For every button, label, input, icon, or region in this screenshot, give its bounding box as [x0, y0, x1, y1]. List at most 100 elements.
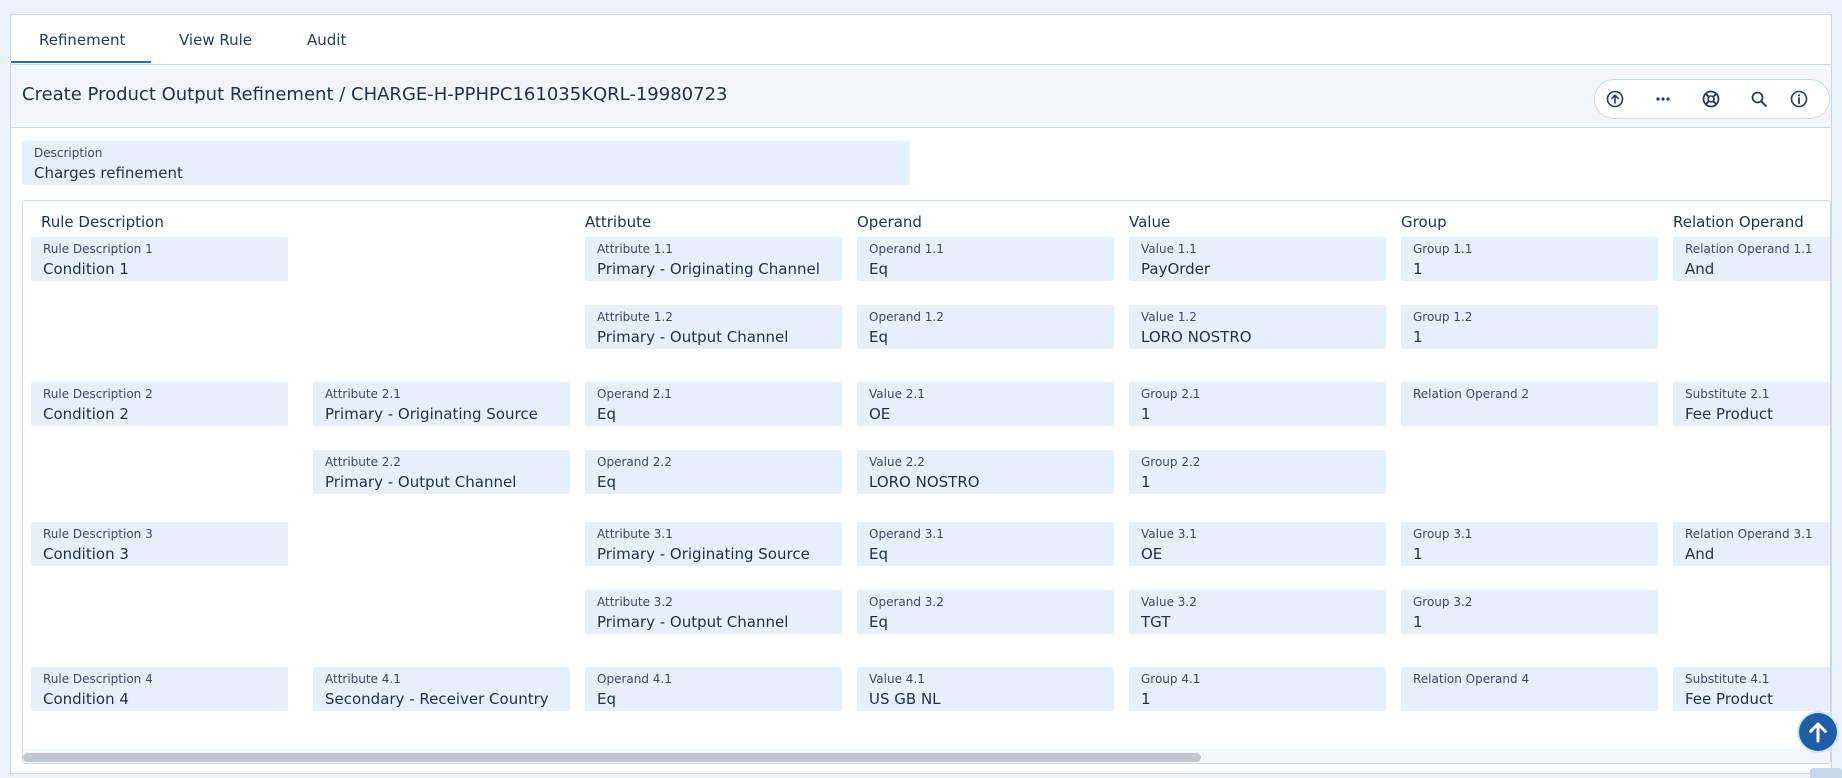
field-label: Substitute 2.1 [1685, 387, 1770, 401]
attribute-field[interactable]: Attribute 2.1 Primary - Originating Sourc… [313, 382, 570, 426]
field-value: TGT [1141, 613, 1171, 631]
group-field[interactable]: Group 3.2 1 [1401, 590, 1658, 634]
field-label: Relation Operand 2 [1413, 387, 1530, 401]
column-header-value: Value [1129, 213, 1171, 231]
field-value: Eq [869, 545, 888, 563]
operand-field[interactable]: Operand 3.1 Eq [857, 522, 1114, 566]
value-field[interactable]: Value 3.2 TGT [1129, 590, 1386, 634]
field-value: 1 [1141, 690, 1151, 708]
substitute-field[interactable]: Substitute 4.1 Fee Product [1673, 667, 1830, 711]
rule-description-field[interactable]: Rule Description 3 Condition 3 [31, 522, 288, 566]
field-value: Condition 1 [43, 260, 129, 278]
description-field[interactable]: Description Charges refinement [22, 141, 910, 185]
attribute-field[interactable]: Attribute 1.2 Primary - Output Channel [585, 305, 842, 349]
field-value: 1 [1141, 405, 1151, 423]
relation-operand-field[interactable]: Relation Operand 1.1 And [1673, 237, 1830, 281]
search-icon[interactable] [1749, 89, 1769, 109]
rule-description-field[interactable]: Rule Description 4 Condition 4 [31, 667, 288, 711]
field-label: Group 1.1 [1413, 242, 1473, 256]
tab-audit[interactable]: Audit [307, 31, 346, 49]
field-label: Group 3.1 [1413, 527, 1473, 541]
field-value: Fee Product [1685, 405, 1773, 423]
group-field[interactable]: Group 1.1 1 [1401, 237, 1658, 281]
rules-grid: Rule Description Attribute Operand Value… [22, 200, 1831, 764]
group-field[interactable]: Group 3.1 1 [1401, 522, 1658, 566]
value-field[interactable]: Value 1.1 PayOrder [1129, 237, 1386, 281]
field-label: Rule Description 4 [43, 672, 153, 686]
value-field[interactable]: Value 2.1 OE [857, 382, 1114, 426]
operand-field[interactable]: Operand 4.1 Eq [585, 667, 842, 711]
field-label: Group 1.2 [1413, 310, 1473, 324]
field-label: Relation Operand 4 [1413, 672, 1530, 686]
field-label: Group 3.2 [1413, 595, 1473, 609]
group-field[interactable]: Group 2.1 1 [1129, 382, 1386, 426]
help-lifebuoy-icon[interactable] [1701, 89, 1721, 109]
attribute-field[interactable]: Attribute 1.1 Primary - Originating Chann… [585, 237, 842, 281]
field-label: Attribute 4.1 [325, 672, 401, 686]
relation-operand-field[interactable]: Relation Operand 2 [1401, 382, 1658, 426]
field-value: Primary - Originating Channel [597, 260, 820, 278]
field-label: Value 1.2 [1141, 310, 1197, 324]
attribute-field[interactable]: Attribute 3.1 Primary - Originating Sourc… [585, 522, 842, 566]
operand-field[interactable]: Operand 2.1 Eq [585, 382, 842, 426]
arrow-up-icon [1809, 722, 1827, 743]
field-value: Eq [597, 473, 616, 491]
field-value: PayOrder [1141, 260, 1211, 278]
field-value: Primary - Output Channel [597, 328, 789, 346]
page-title: Create Product Output Refinement / CHARG… [22, 84, 728, 105]
value-field[interactable]: Value 4.1 US GB NL [857, 667, 1114, 711]
rule-description-field[interactable]: Rule Description 2 Condition 2 [31, 382, 288, 426]
field-value: Eq [869, 260, 888, 278]
value-field[interactable]: Value 3.1 OE [1129, 522, 1386, 566]
operand-field[interactable]: Operand 1.2 Eq [857, 305, 1114, 349]
attribute-field[interactable]: Attribute 2.2 Primary - Output Channel [313, 450, 570, 494]
group-field[interactable]: Group 4.1 1 [1129, 667, 1386, 711]
field-value: Fee Product [1685, 690, 1773, 708]
tab-view-rule[interactable]: View Rule [179, 31, 252, 49]
field-value: Primary - Originating Source [597, 545, 810, 563]
value-field[interactable]: Value 2.2 LORO NOSTRO [857, 450, 1114, 494]
more-icon[interactable] [1653, 89, 1673, 109]
column-header-operand: Operand [857, 213, 922, 231]
field-label: Operand 1.1 [869, 242, 944, 256]
attribute-field[interactable]: Attribute 3.2 Primary - Output Channel [585, 590, 842, 634]
field-label: Operand 1.2 [869, 310, 944, 324]
field-label: Rule Description 3 [43, 527, 153, 541]
toolbar [1594, 79, 1830, 119]
group-field[interactable]: Group 2.2 1 [1129, 450, 1386, 494]
tab-refinement[interactable]: Refinement [10, 31, 152, 63]
column-header-rule-description: Rule Description [41, 213, 164, 231]
field-value: 1 [1141, 473, 1151, 491]
field-value: Eq [869, 328, 888, 346]
operand-field[interactable]: Operand 2.2 Eq [585, 450, 842, 494]
field-value: Eq [869, 613, 888, 631]
scrollbar-thumb[interactable] [23, 753, 1201, 762]
value-field[interactable]: Value 1.2 LORO NOSTRO [1129, 305, 1386, 349]
field-value: 1 [1413, 260, 1423, 278]
field-label: Attribute 1.2 [597, 310, 673, 324]
field-label: Value 2.1 [869, 387, 925, 401]
group-field[interactable]: Group 1.2 1 [1401, 305, 1658, 349]
field-label: Operand 4.1 [597, 672, 672, 686]
field-label: Value 2.2 [869, 455, 925, 469]
relation-operand-field[interactable]: Relation Operand 4 [1401, 667, 1658, 711]
relation-operand-field[interactable]: Relation Operand 3.1 And [1673, 522, 1830, 566]
operand-field[interactable]: Operand 3.2 Eq [857, 590, 1114, 634]
attribute-field[interactable]: Attribute 4.1 Secondary - Receiver Countr… [313, 667, 570, 711]
rule-description-field[interactable]: Rule Description 1 Condition 1 [31, 237, 288, 281]
field-label: Attribute 2.2 [325, 455, 401, 469]
operand-field[interactable]: Operand 1.1 Eq [857, 237, 1114, 281]
field-label: Relation Operand 1.1 [1685, 242, 1813, 256]
substitute-field[interactable]: Substitute 2.1 Fee Product [1673, 382, 1830, 426]
field-value: Condition 3 [43, 545, 129, 563]
upload-icon[interactable] [1605, 89, 1625, 109]
field-label: Operand 2.2 [597, 455, 672, 469]
field-value: Primary - Originating Source [325, 405, 538, 423]
resize-grip[interactable] [1810, 768, 1842, 778]
info-icon[interactable] [1789, 89, 1809, 109]
field-label: Group 2.2 [1141, 455, 1201, 469]
horizontal-scrollbar[interactable] [23, 749, 1830, 763]
scroll-to-top-button[interactable] [1799, 713, 1837, 751]
title-bar: Create Product Output Refinement / CHARG… [11, 65, 1831, 128]
field-label: Attribute 3.1 [597, 527, 673, 541]
